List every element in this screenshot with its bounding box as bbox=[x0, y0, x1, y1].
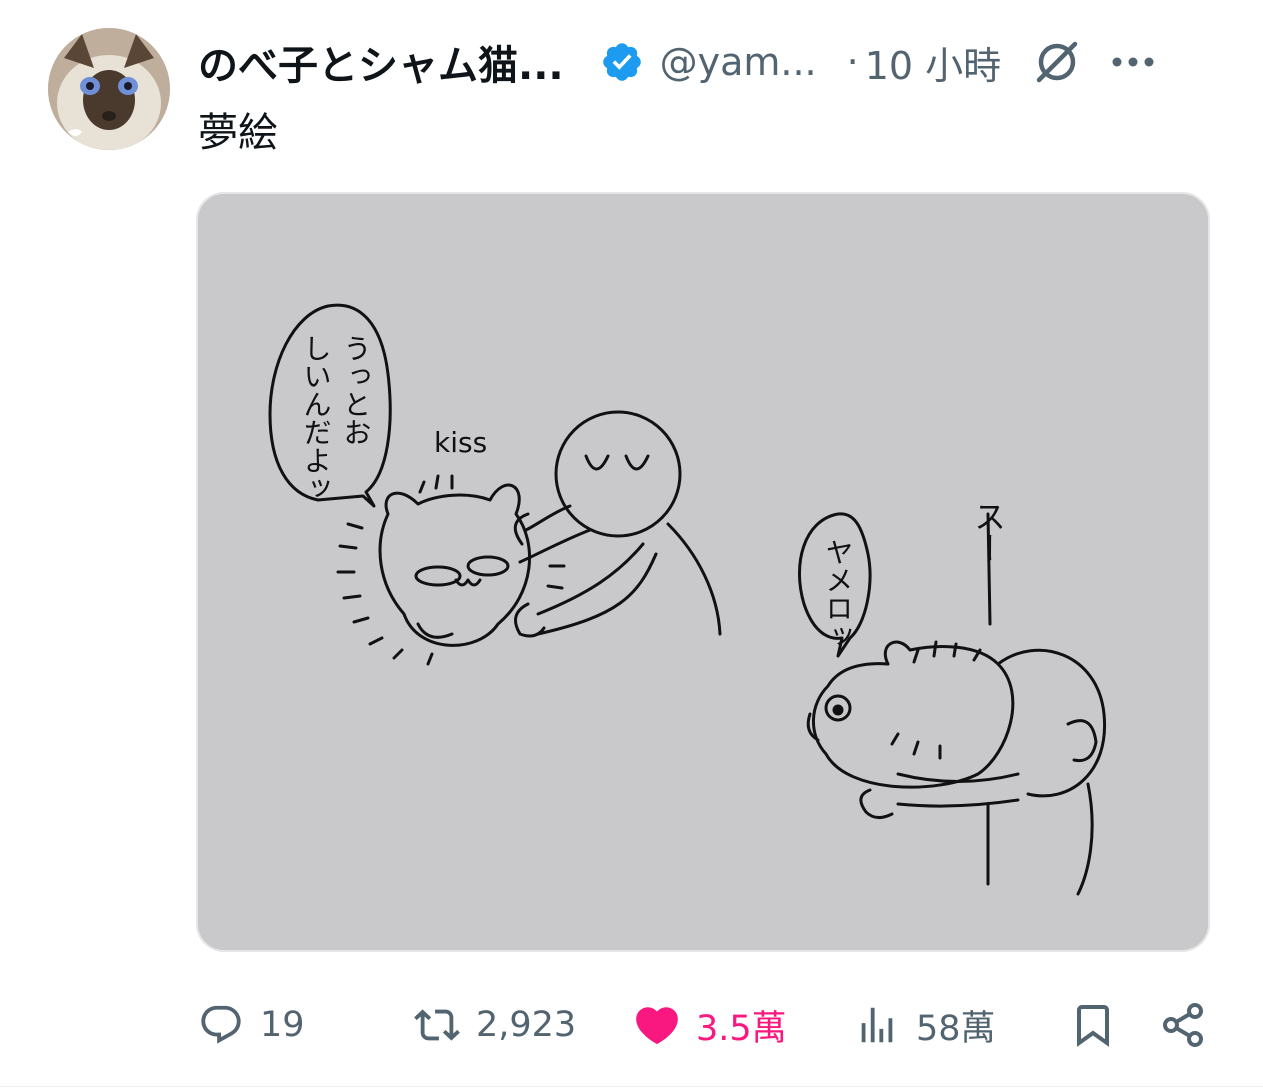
siamese-cat-avatar-icon bbox=[48, 28, 170, 150]
separator-dot: · bbox=[846, 40, 859, 84]
verified-badge-icon[interactable] bbox=[600, 40, 644, 84]
views-count: 58萬 bbox=[916, 1008, 996, 1049]
avatar[interactable] bbox=[48, 28, 170, 150]
reply-icon bbox=[196, 1000, 246, 1050]
grok-icon[interactable] bbox=[1029, 34, 1085, 90]
speech-bubble-left-line1: うっとお bbox=[340, 334, 373, 446]
like-button[interactable]: 3.5萬 bbox=[632, 990, 787, 1060]
tweet-media[interactable]: うっとお しいんだよッ kiss ヤメロッ スー bbox=[196, 192, 1210, 952]
more-options-icon[interactable] bbox=[1105, 34, 1161, 90]
speech-bubble-right: ヤメロッ bbox=[822, 538, 855, 650]
bookmark-button[interactable] bbox=[1068, 990, 1118, 1060]
heart-icon bbox=[632, 1000, 682, 1050]
reply-count: 19 bbox=[260, 1005, 305, 1045]
tweet-text: 夢絵 bbox=[198, 110, 278, 156]
repost-count: 2,923 bbox=[476, 1005, 577, 1045]
sfx-label: スー bbox=[969, 500, 1007, 564]
action-bar: 19 2,923 3.5萬 58萬 bbox=[196, 990, 1216, 1060]
reply-button[interactable]: 19 bbox=[196, 990, 305, 1060]
repost-button[interactable]: 2,923 bbox=[412, 990, 576, 1060]
author-display-name[interactable]: のべ子とシャム猫... bbox=[198, 33, 564, 91]
like-count: 3.5萬 bbox=[696, 1008, 787, 1049]
tweet-header: のべ子とシャム猫... @yam... · 10 小時 bbox=[198, 30, 1223, 94]
author-handle[interactable]: @yam... bbox=[660, 40, 817, 84]
share-icon bbox=[1158, 1000, 1208, 1050]
share-button[interactable] bbox=[1158, 990, 1208, 1060]
doodle-illustration: うっとお しいんだよッ kiss ヤメロッ スー bbox=[268, 303, 1107, 896]
divider bbox=[0, 1086, 1263, 1087]
views-icon bbox=[852, 1000, 902, 1050]
bookmark-icon bbox=[1068, 1000, 1118, 1050]
timestamp[interactable]: 10 小時 bbox=[865, 35, 1001, 90]
speech-bubble-left-line2: しいんだよッ bbox=[300, 334, 333, 502]
repost-icon bbox=[412, 1000, 462, 1050]
kiss-label: kiss bbox=[434, 426, 487, 459]
views-button[interactable]: 58萬 bbox=[852, 990, 996, 1060]
